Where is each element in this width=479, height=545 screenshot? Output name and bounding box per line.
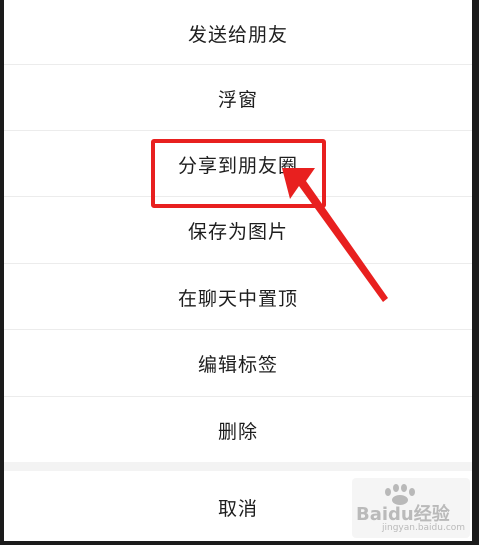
action-sheet: 发送给朋友 浮窗 分享到朋友圈 保存为图片 在聊天中置顶 编辑标签 删除 取消 bbox=[4, 0, 472, 541]
watermark-url: jingyan.baidu.com bbox=[382, 523, 466, 533]
pin-in-chat-item[interactable]: 在聊天中置顶 bbox=[4, 264, 472, 330]
screen-edge-right bbox=[472, 0, 479, 545]
send-to-friend-item[interactable]: 发送给朋友 bbox=[4, 0, 472, 66]
group-separator bbox=[4, 462, 472, 471]
screen: 发送给朋友 浮窗 分享到朋友圈 保存为图片 在聊天中置顶 编辑标签 删除 取消 … bbox=[0, 0, 479, 545]
highlight-box bbox=[151, 139, 326, 208]
floating-window-item[interactable]: 浮窗 bbox=[4, 65, 472, 131]
baidu-watermark: Baidu经验 jingyan.baidu.com bbox=[352, 478, 470, 538]
screen-edge-bottom bbox=[0, 541, 479, 545]
delete-item[interactable]: 删除 bbox=[4, 397, 472, 463]
edit-tags-item[interactable]: 编辑标签 bbox=[4, 330, 472, 396]
